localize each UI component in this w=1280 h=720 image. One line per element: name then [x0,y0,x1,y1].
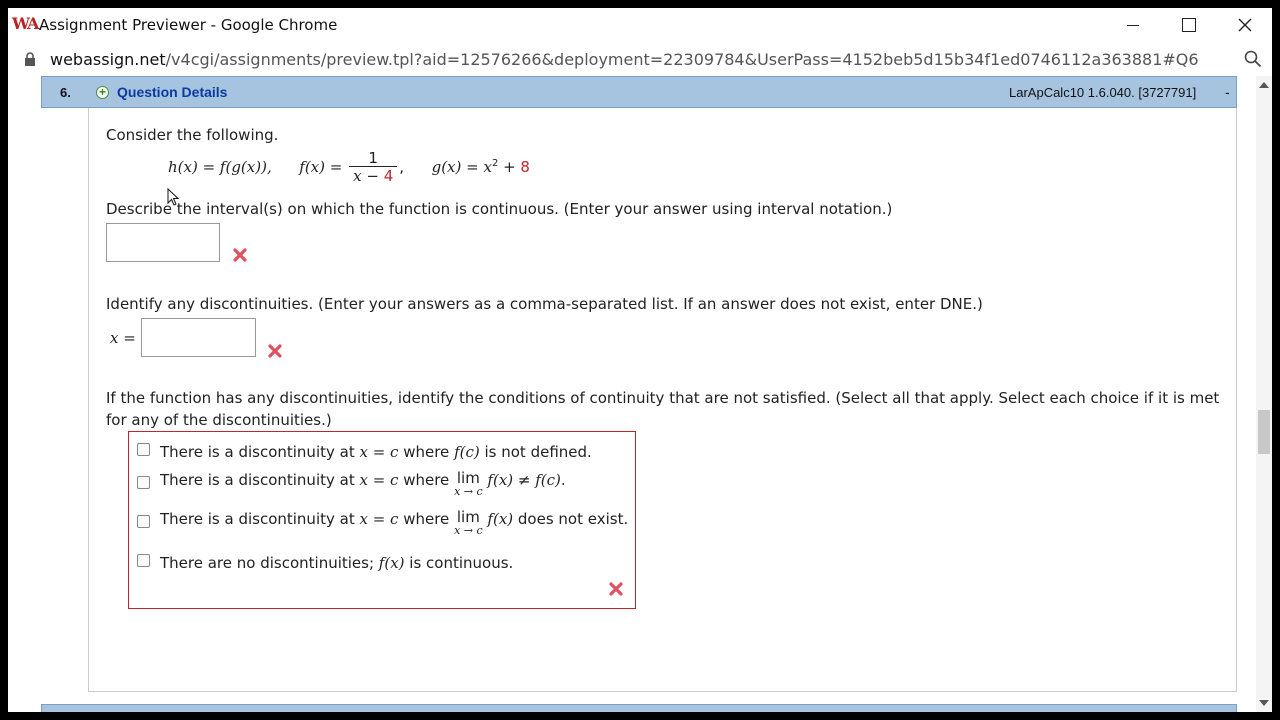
part1-prompt: Describe the interval(s) on which the fu… [106,200,893,218]
url-domain: webassign.net [50,50,166,69]
h-definition: h(x) = f(g(x)), [168,158,272,176]
question-header: 6. + Question Details LarApCalc10 1.6.04… [41,76,1237,108]
choice-2-mid: x = c [359,471,399,489]
choice-checkbox-1[interactable] [137,443,150,456]
window-title: Assignment Previewer - Google Chrome [39,16,338,34]
minimize-button[interactable] [1105,8,1161,42]
choice-1-fc: f(c) [454,443,480,461]
choice-label-1: There is a discontinuity at x = c where … [160,443,592,461]
screen-frame: WA Assignment Previewer - Google Chrome … [0,0,1280,720]
choice-checkbox-2[interactable] [137,476,150,489]
x-icon [233,248,247,262]
maximize-icon [1182,18,1196,32]
choice-label-4: There are no discontinuities; f(x) is co… [160,554,513,572]
choice-3-pre: There is a discontinuity at [160,510,360,528]
choices-group: There is a discontinuity at x = c where … [128,431,636,609]
maximize-button[interactable] [1161,8,1217,42]
part2-prompt: Identify any discontinuities. (Enter you… [106,295,983,313]
f-fraction: 1 x − 4 [349,150,398,185]
x-icon [268,344,282,358]
title-bar: WA Assignment Previewer - Google Chrome [8,8,1272,42]
question-reference: LarApCalc10 1.6.040. [3727791] [1009,85,1197,100]
choice-2-limit: lim x → c [454,471,483,498]
f-trail: , [399,158,405,176]
url-path: /v4cgi/assignments/preview.tpl?aid=12576… [165,50,1199,69]
question-number: 6. [60,85,71,100]
address-bar[interactable]: webassign.net/v4cgi/assignments/preview.… [8,42,1272,76]
choice-2-neq: ≠ [513,471,536,489]
part3-prompt-line2: for any of the discontinuities.) [106,411,332,429]
choice-4-tail: is continuous. [404,554,514,572]
collapse-button[interactable]: - [1225,84,1230,100]
choice-4-fx: f(x) [378,554,405,572]
mouse-cursor-icon [167,188,179,206]
choice-4-pre: There are no discontinuities; [160,554,379,572]
scroll-up-icon[interactable] [1259,82,1269,88]
url-text[interactable]: webassign.net/v4cgi/assignments/preview.… [50,50,1199,69]
webassign-logo: WA [12,14,39,33]
g-constant: 8 [520,158,530,176]
choice-3-tail: does not exist. [513,510,629,528]
close-icon [1238,18,1252,32]
choice-3-post: where [398,510,455,528]
f-denominator: x − 4 [349,167,397,185]
scroll-thumb[interactable] [1258,410,1270,454]
browser-window: WA Assignment Previewer - Google Chrome … [8,8,1272,712]
scroll-down-icon[interactable] [1259,700,1269,706]
choice-3-limit: lim x → c [454,510,483,537]
f-den-constant: 4 [383,167,394,185]
plus-icon[interactable]: + [96,86,109,99]
vertical-scrollbar[interactable] [1256,76,1272,712]
choice-1-tail: is not defined. [479,443,592,461]
interval-answer-input[interactable] [106,223,220,262]
f-den-variable: x − [353,167,384,185]
zoom-icon[interactable] [1244,50,1262,68]
choice-checkbox-4[interactable] [137,554,150,567]
lock-icon [25,52,35,66]
part3-prompt-line1: If the function has any discontinuities,… [106,389,1220,407]
question-intro: Consider the following. [106,126,279,144]
choice-1-mid: x = c [359,443,399,461]
choice-checkbox-3[interactable] [137,515,150,528]
minimize-icon [1127,24,1139,26]
choice-2-post: where [398,471,455,489]
choice-2-tail: . [560,471,566,489]
x-equals-label: x = [110,329,136,347]
choice-label-2: There is a discontinuity at x = c where … [160,471,566,498]
choice-2-fx: f(x) [487,471,514,489]
choice-1-post: where [398,443,455,461]
page-content: 6. + Question Details LarApCalc10 1.6.04… [8,76,1256,712]
choice-3-fx: f(x) [487,510,514,528]
discontinuity-answer-input[interactable] [141,318,256,357]
lim-subscript: x → c [454,485,483,498]
next-question-header [41,704,1237,712]
close-button[interactable] [1217,8,1272,42]
question-details-link[interactable]: Question Details [117,84,227,100]
choice-3-mid: x = c [359,510,399,528]
f-numerator: 1 [349,150,398,167]
choice-2-fc: f(c) [535,471,561,489]
f-lhs: f(x) = [299,158,343,176]
x-icon [609,582,623,596]
g-lhs: g(x) = x [431,158,492,176]
choice-1-pre: There is a discontinuity at [160,443,360,461]
lim-subscript: x → c [454,524,483,537]
function-definitions: h(x) = f(g(x)), f(x) = 1 x − 4 , g(x) = … [168,150,530,190]
choice-2-pre: There is a discontinuity at [160,471,360,489]
choice-label-3: There is a discontinuity at x = c where … [160,510,629,537]
g-plus: + [498,158,521,176]
